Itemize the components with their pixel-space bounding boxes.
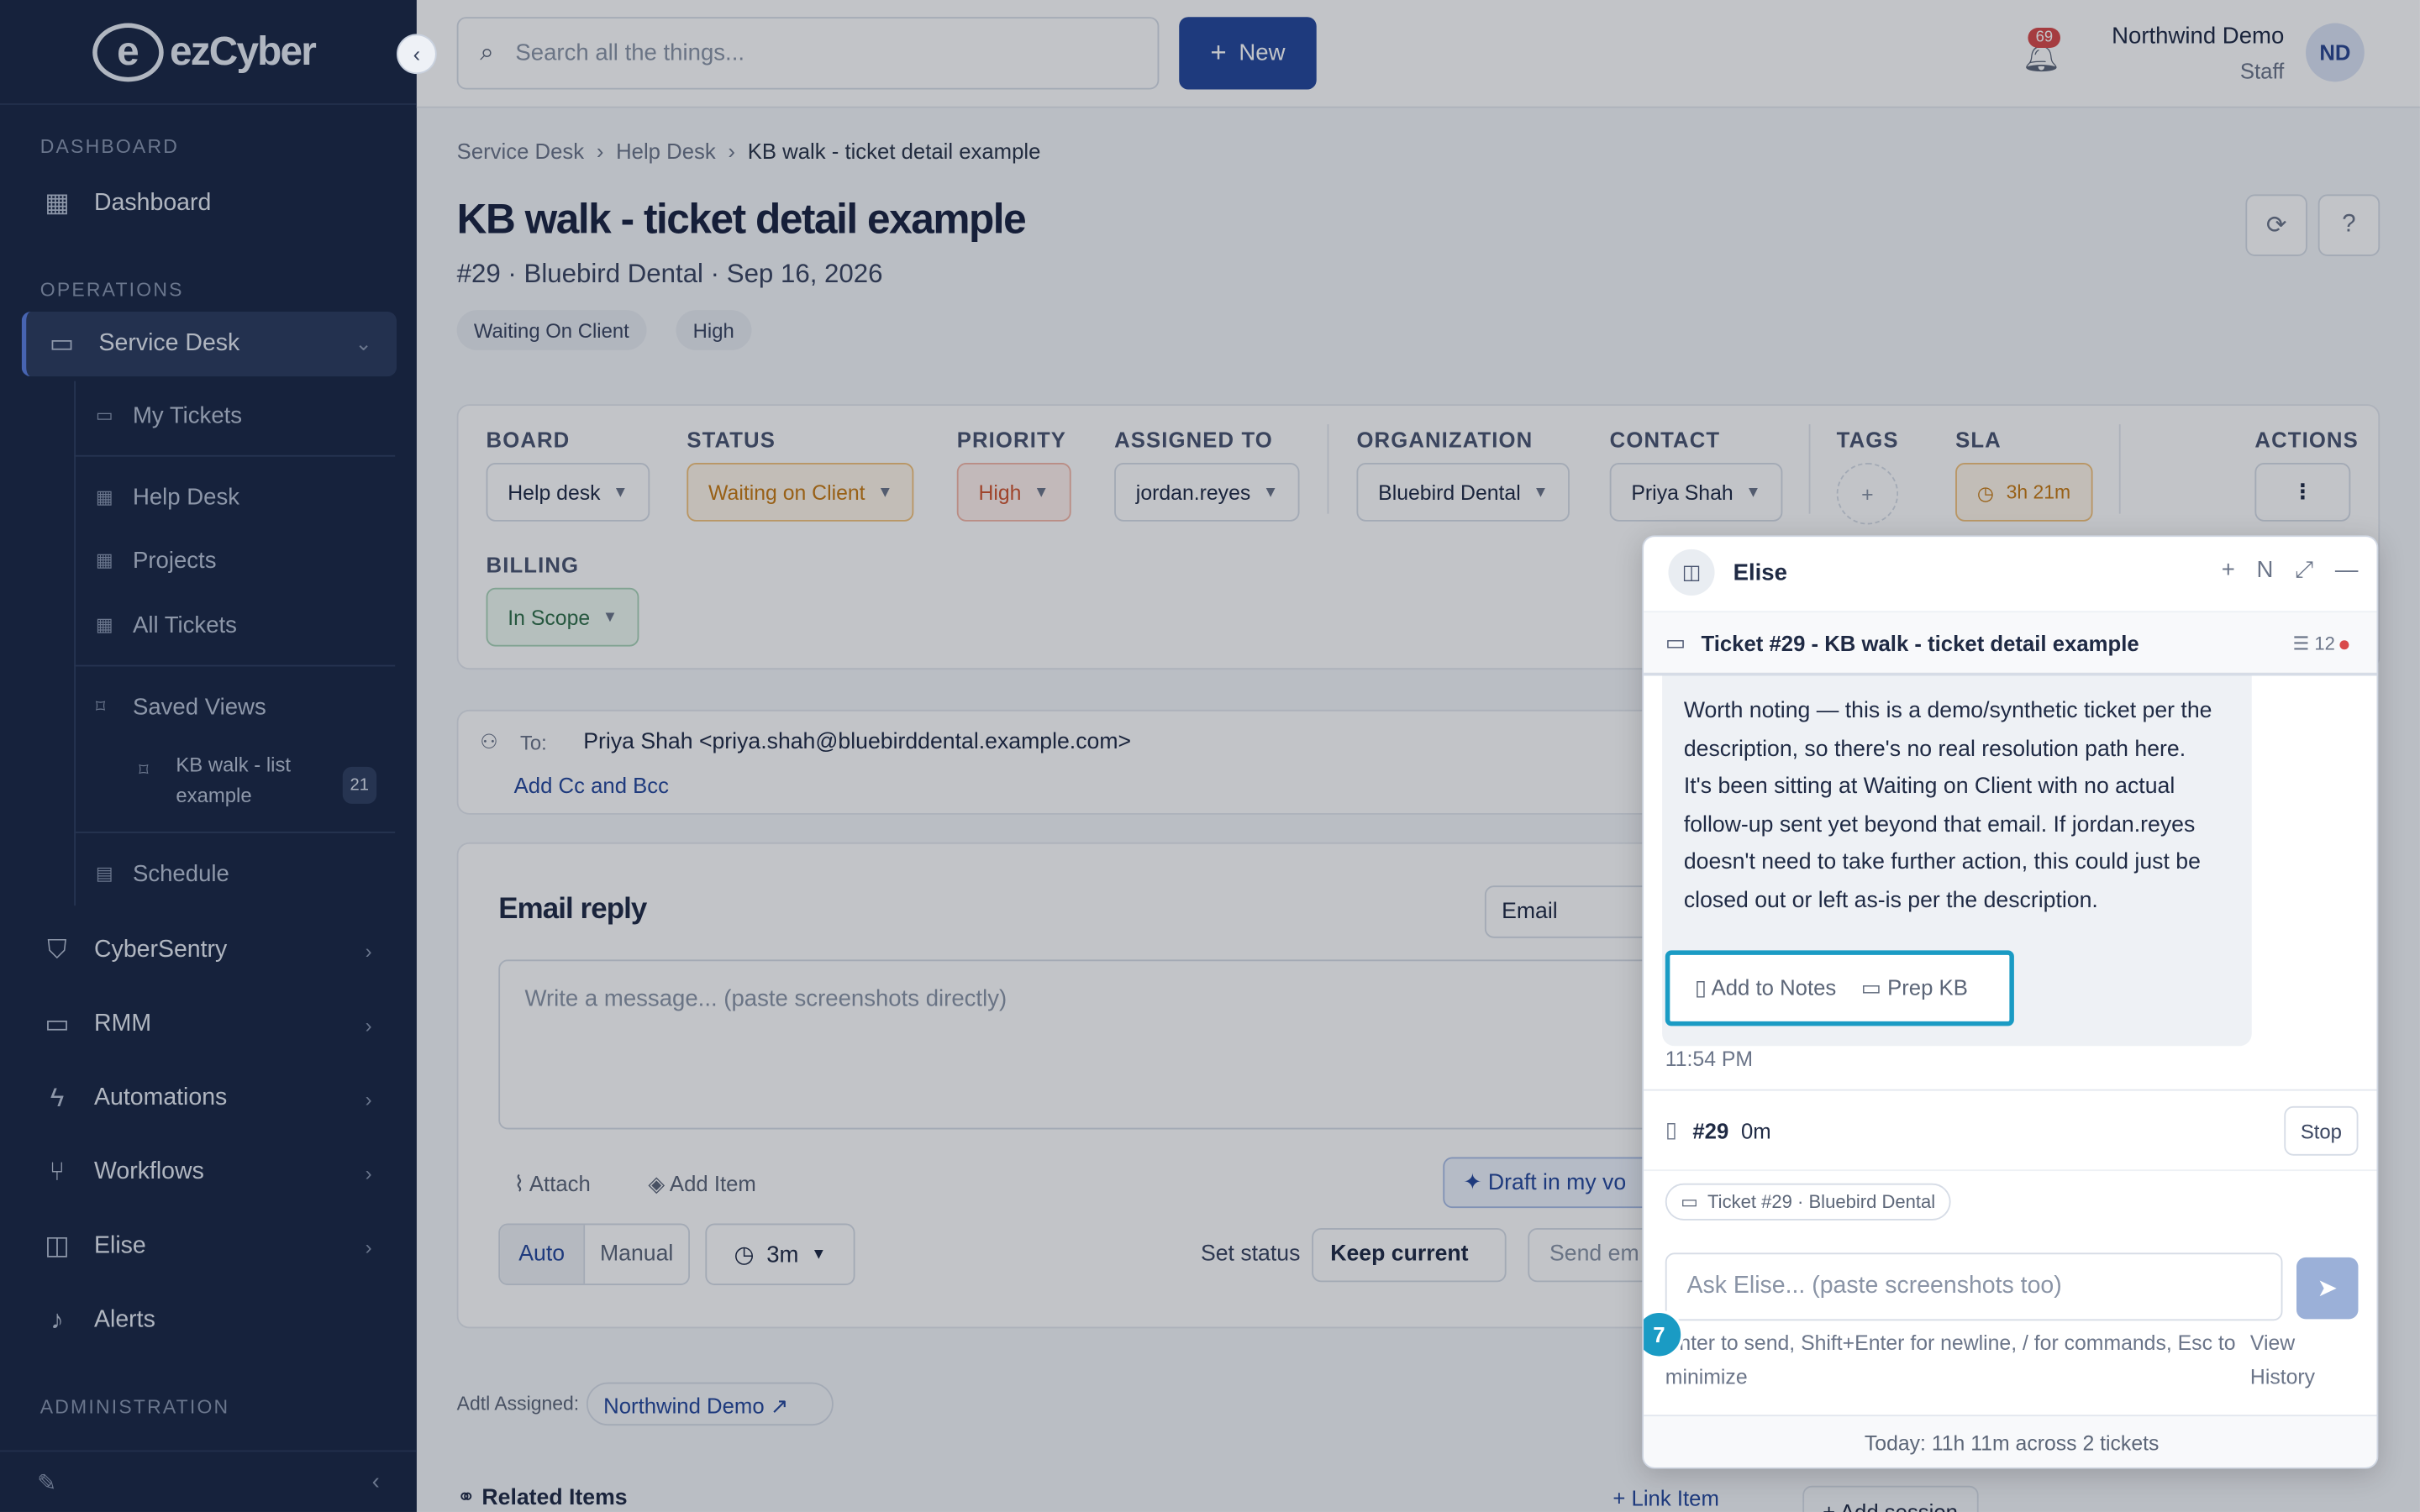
add-to-notes-label: Add to Notes	[1711, 974, 1837, 1000]
timer-icon: ▯	[1665, 1116, 1677, 1142]
app-root: e ezCyber DASHBOARD ▦ Dashboard OPERATIO…	[0, 0, 2420, 1512]
list-icon: ☰	[2292, 632, 2315, 654]
input-hint: Enter to send, Shift+Enter for newline, …	[1665, 1331, 2236, 1389]
minimize-icon[interactable]: —	[2335, 557, 2359, 583]
unread-dot	[2339, 639, 2349, 649]
view-history-link[interactable]: View History	[2250, 1327, 2343, 1395]
ticket-icon: ▭	[1681, 1190, 1699, 1212]
send-icon: ➤	[2317, 1275, 2338, 1303]
expand-icon[interactable]: ⤢	[2295, 557, 2313, 583]
collapse-sidebar-button[interactable]: ‹	[397, 34, 437, 75]
plus-icon[interactable]: +	[2222, 557, 2235, 583]
prep-kb-label: Prep KB	[1887, 974, 1968, 1000]
elise-title: Elise	[1733, 559, 1787, 586]
elise-input[interactable]: Ask Elise... (paste screenshots too)	[1665, 1252, 2283, 1321]
timer-ticket: #29	[1692, 1117, 1729, 1143]
elise-toolbar: + N ⤢ —	[2222, 557, 2359, 583]
message-timestamp: 11:54 PM	[1665, 1047, 1754, 1071]
daily-time-summary: Today: 11h 11m across 2 tickets	[1644, 1415, 2377, 1467]
robot-icon: ◫	[1668, 549, 1715, 596]
assistant-message-text: Worth noting — this is a demo/synthetic …	[1683, 699, 2212, 914]
elise-header: ◫ Elise + N ⤢ —	[1644, 537, 2376, 607]
n-toggle-button[interactable]: N	[2257, 557, 2274, 583]
time-tracker: ▯ #29 0m Stop	[1644, 1089, 2377, 1170]
document-icon: ▯	[1694, 974, 1712, 1000]
context-row: ▭ Ticket #29 · Bluebird Dental	[1644, 1169, 2377, 1231]
conversation-title: Ticket #29 - KB walk - ticket detail exa…	[1701, 630, 2139, 655]
context-chip[interactable]: ▭ Ticket #29 · Bluebird Dental	[1665, 1182, 1951, 1220]
send-button[interactable]: ➤	[2296, 1257, 2359, 1320]
add-to-notes-button[interactable]: ▯ Add to Notes	[1695, 975, 1837, 1001]
chevron-left-icon: ‹	[413, 41, 421, 66]
stop-timer-button[interactable]: Stop	[2284, 1105, 2359, 1156]
book-icon: ▭	[1860, 974, 1888, 1000]
elise-chat-panel: ◫ Elise + N ⤢ — ▭ Ticket #29 - KB walk -…	[1642, 535, 2379, 1469]
timer-value: 0m	[1740, 1117, 1771, 1143]
message-count-value: 12	[2314, 632, 2335, 654]
message-actions: 7 ▯ Add to Notes ▭ Prep KB	[1644, 950, 2014, 1360]
conversation-header[interactable]: ▭ Ticket #29 - KB walk - ticket detail e…	[1644, 611, 2377, 676]
message-count: ☰ 12	[2293, 632, 2349, 654]
chat-bubble-icon: ▭	[1665, 629, 1686, 654]
prep-kb-button[interactable]: ▭ Prep KB	[1861, 975, 1968, 1001]
context-chip-label: Ticket #29 · Bluebird Dental	[1707, 1190, 1936, 1212]
elise-input-placeholder: Ask Elise... (paste screenshots too)	[1686, 1273, 2062, 1299]
